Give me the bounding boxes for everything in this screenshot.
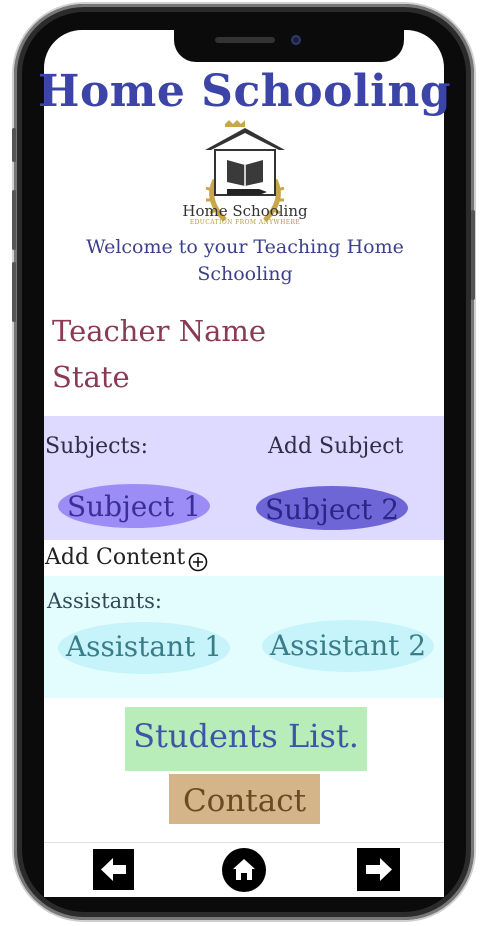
app-title: Home Schooling (37, 66, 452, 117)
welcome-line-1: Welcome to your Teaching Home (86, 236, 404, 258)
teacher-state: State (52, 360, 130, 394)
home-icon (233, 859, 255, 880)
volume-down-button (12, 262, 16, 322)
assistant-1-chip[interactable]: Assistant 1 (58, 622, 230, 674)
power-button (471, 210, 475, 300)
mute-switch (12, 128, 16, 162)
speaker-grille (215, 37, 275, 43)
plus-circle-icon[interactable] (188, 552, 208, 572)
contact-button[interactable]: Contact (169, 774, 320, 824)
notch (174, 30, 404, 62)
assistants-label: Assistants: (47, 589, 162, 613)
students-list-button[interactable]: Students List. (125, 707, 367, 771)
subject-1-chip[interactable]: Subject 1 (58, 484, 210, 528)
add-content-label[interactable]: Add Content (45, 545, 185, 570)
welcome-message: Welcome to your Teaching Home Schooling (60, 234, 430, 288)
assistant-2-chip[interactable]: Assistant 2 (262, 620, 434, 672)
front-camera (291, 35, 301, 45)
logo-brand-text: Home Schooling (182, 202, 308, 220)
add-subject-button[interactable]: Add Subject (268, 434, 403, 459)
arrow-right-icon (366, 858, 392, 881)
subject-2-chip[interactable]: Subject 2 (256, 486, 408, 530)
teacher-name: Teacher Name (52, 314, 267, 348)
forward-button[interactable] (357, 848, 400, 891)
subjects-label: Subjects: (45, 434, 149, 459)
back-button[interactable] (93, 849, 134, 890)
volume-up-button (12, 190, 16, 250)
arrow-left-icon (101, 858, 126, 881)
logo-tagline: EDUCATION FROM ANYWHERE (189, 219, 301, 226)
welcome-line-2: Schooling (197, 263, 293, 285)
home-button[interactable] (222, 848, 266, 892)
